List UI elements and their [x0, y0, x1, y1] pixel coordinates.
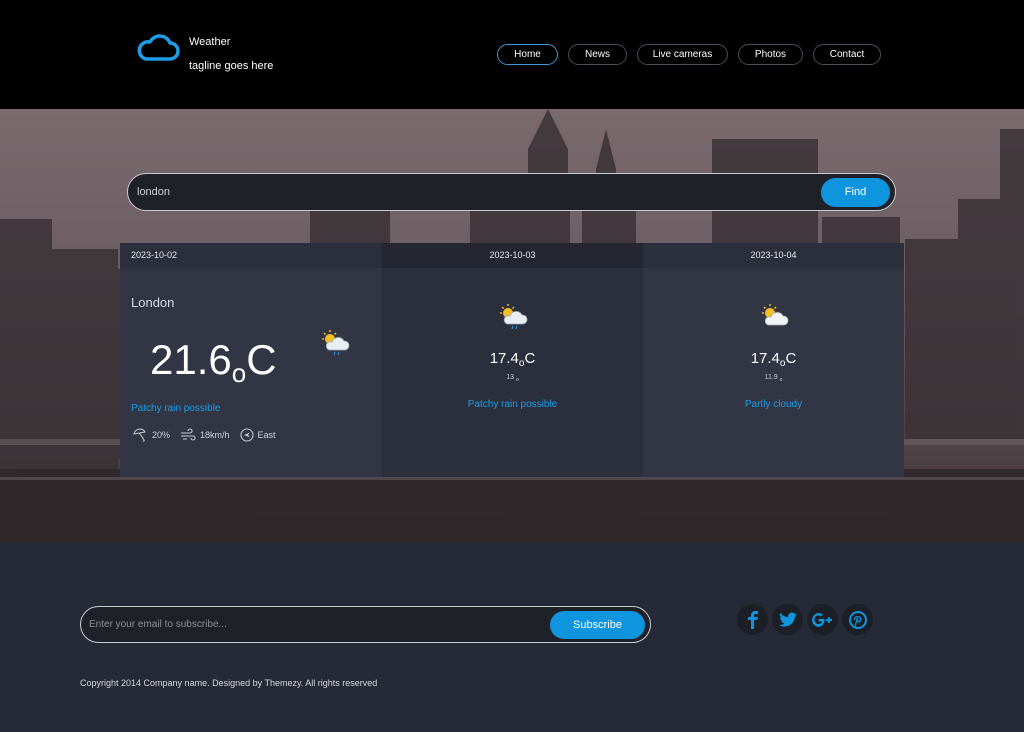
- hero-section: Find 2023-10-02 London 21.6oC Patchy rai…: [0, 109, 1024, 543]
- min-temperature-value: 11.9: [764, 374, 778, 381]
- google-plus-icon[interactable]: [807, 604, 838, 635]
- wind-direction-value: East: [257, 430, 276, 440]
- location-search-input[interactable]: [128, 186, 821, 198]
- min-temperature-value: 13: [506, 374, 515, 381]
- forecast-panel: 2023-10-02 London 21.6oC Patchy rain pos…: [120, 243, 904, 477]
- temperature-unit: C: [785, 350, 797, 367]
- precipitation-value: 20%: [152, 430, 171, 440]
- forecast-date: 2023-10-03: [382, 243, 643, 268]
- forecast-today: 2023-10-02 London 21.6oC Patchy rain pos…: [120, 243, 382, 477]
- wind-icon: [181, 428, 196, 441]
- current-temperature: 21.6oC: [150, 336, 277, 389]
- site-title: Weather: [189, 36, 231, 48]
- cloud-logo-icon: [137, 34, 180, 61]
- degree-symbol: o: [515, 377, 519, 383]
- twitter-icon[interactable]: [772, 604, 803, 635]
- facebook-icon[interactable]: [737, 604, 768, 635]
- forecast-temperature: 17.4oC: [382, 350, 643, 369]
- weather-description: Partly cloudy: [744, 399, 803, 410]
- degree-symbol: o: [779, 377, 783, 383]
- forecast-date: 2023-10-02: [120, 243, 382, 268]
- city-name: London: [131, 295, 175, 310]
- temperature-value: 17.4: [750, 350, 780, 367]
- site-footer: Subscribe Copyright 2014 Company name. D…: [0, 543, 1024, 732]
- temperature-value: 21.6: [150, 336, 232, 383]
- subscribe-form: Subscribe: [80, 606, 651, 643]
- compass-icon: [239, 428, 254, 442]
- forecast-day: 2023-10-03 17.4oC 13 o Patchy rain possi…: [382, 243, 643, 477]
- nav-news[interactable]: News: [568, 44, 627, 65]
- weather-description: Patchy rain possible: [467, 399, 558, 410]
- brand[interactable]: Weather tagline goes here: [136, 33, 273, 78]
- wind-direction: East: [239, 428, 276, 442]
- email-subscribe-input[interactable]: [81, 619, 550, 630]
- location-search-bar: Find: [127, 173, 896, 211]
- patchy-rain-icon: [499, 304, 527, 330]
- temperature-value: 17.4: [489, 350, 519, 367]
- subscribe-button[interactable]: Subscribe: [550, 610, 645, 639]
- umbrella-icon: [133, 428, 146, 442]
- forecast-day: 2023-10-04 17.4oC 11.9 o Partly cloudy: [643, 243, 904, 477]
- precipitation: 20%: [132, 428, 170, 442]
- nav-contact[interactable]: Contact: [813, 44, 881, 65]
- social-links: [737, 604, 877, 635]
- forecast-temperature: 17.4oC: [643, 350, 904, 369]
- partly-cloudy-icon: [761, 304, 788, 326]
- wind-speed-value: 18km/h: [200, 430, 230, 440]
- nav-photos[interactable]: Photos: [738, 44, 803, 65]
- forecast-min-temperature: 13 o: [382, 374, 643, 383]
- degree-symbol: o: [231, 358, 247, 388]
- temperature-unit: C: [246, 336, 277, 383]
- nav-home[interactable]: Home: [497, 44, 558, 65]
- find-button[interactable]: Find: [821, 177, 890, 207]
- forecast-min-temperature: 11.9 o: [643, 374, 904, 383]
- wind-speed: 18km/h: [180, 428, 230, 442]
- nav-live-cameras[interactable]: Live cameras: [637, 44, 728, 65]
- main-nav: Home News Live cameras Photos Contact: [497, 44, 891, 65]
- site-header: Weather tagline goes here Home News Live…: [0, 0, 1024, 109]
- weather-description: Patchy rain possible: [131, 403, 221, 414]
- pinterest-icon[interactable]: [842, 604, 873, 635]
- patchy-rain-icon: [322, 330, 350, 356]
- forecast-date: 2023-10-04: [643, 243, 904, 268]
- temperature-unit: C: [524, 350, 536, 367]
- weather-meta: 20% 18km/h East: [132, 428, 286, 442]
- copyright-text: Copyright 2014 Company name. Designed by…: [80, 678, 378, 688]
- site-tagline: tagline goes here: [189, 60, 274, 72]
